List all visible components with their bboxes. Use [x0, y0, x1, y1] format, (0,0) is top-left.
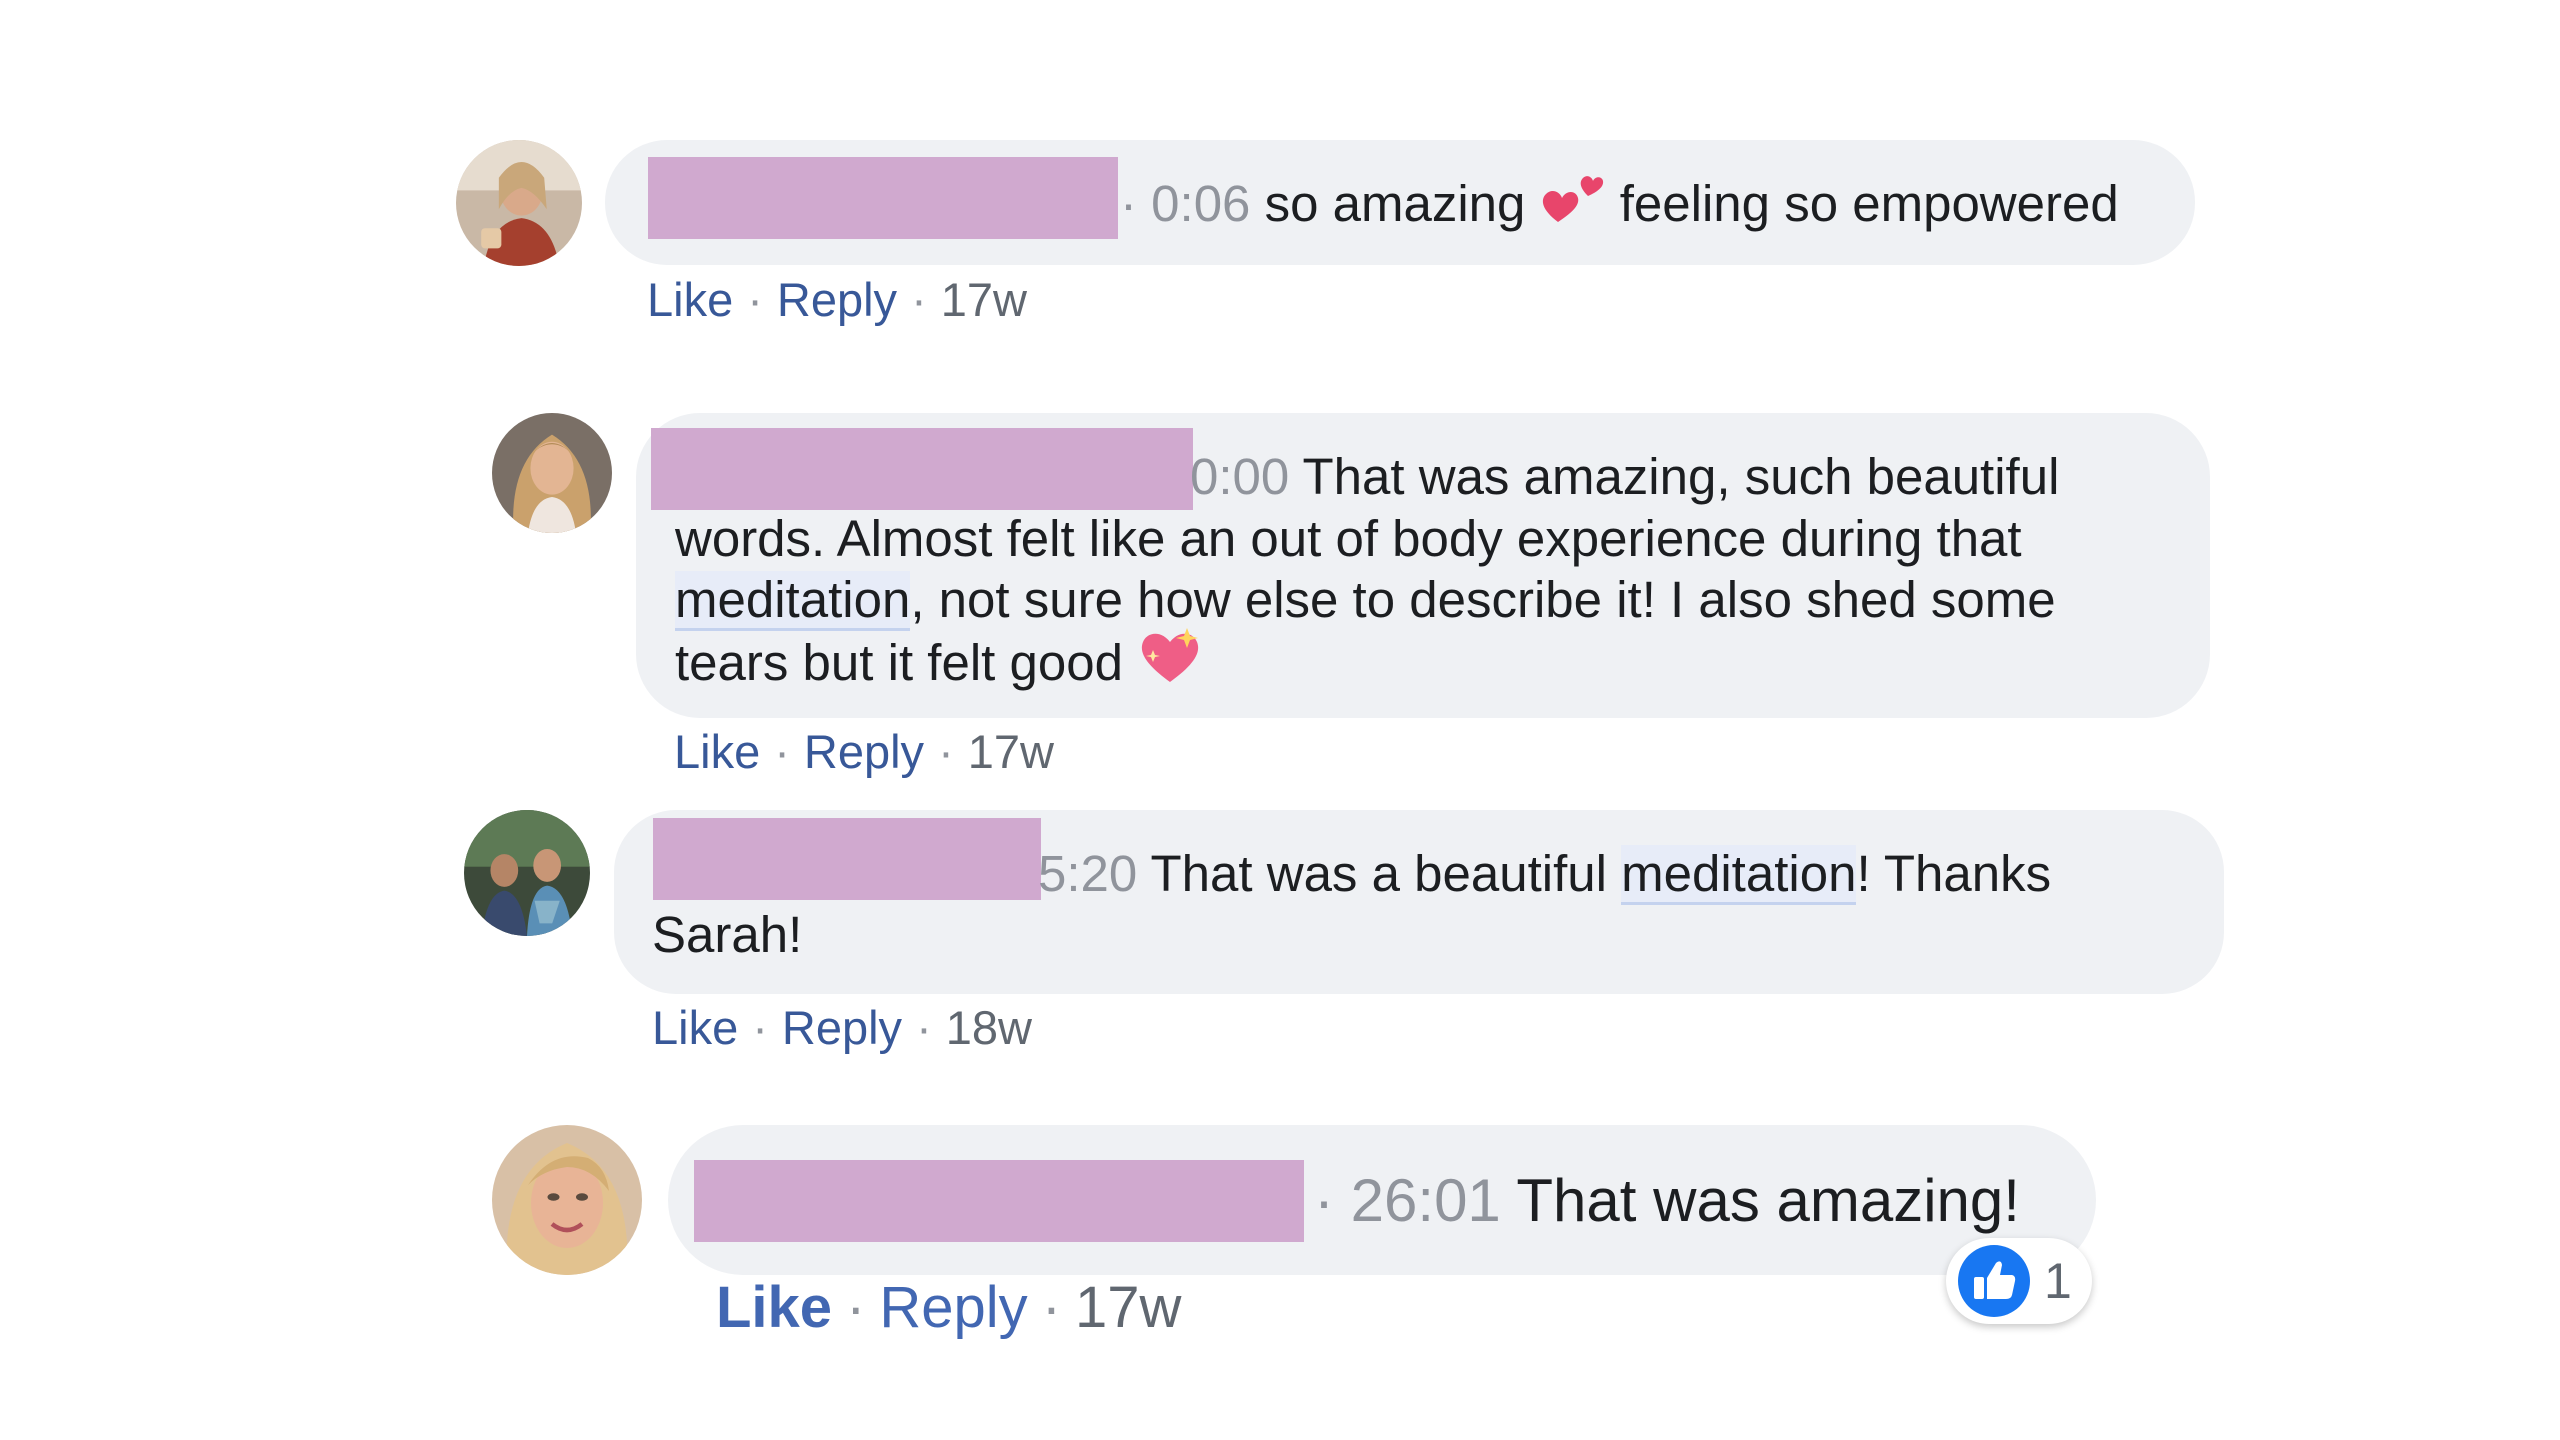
- comment-text-line: meditation, not sure how else to describ…: [675, 569, 2056, 631]
- separator-dot: ·: [846, 1275, 866, 1340]
- like-link[interactable]: Like: [716, 1275, 832, 1340]
- separator-dot: ·: [1041, 1275, 1062, 1340]
- comment-age[interactable]: 17w: [1075, 1275, 1181, 1340]
- comment-text-part: ! Thanks: [1856, 845, 2052, 902]
- comment-text-part: feeling so empowered: [1605, 174, 2119, 232]
- video-timestamp-link[interactable]: 0:00: [1190, 448, 1289, 505]
- separator-dot: ·: [911, 273, 927, 326]
- reaction-badge[interactable]: 1: [1946, 1238, 2092, 1324]
- reply-link[interactable]: Reply: [777, 273, 897, 326]
- comment-actions: Like · Reply · 18w: [652, 1000, 1032, 1056]
- reply-link[interactable]: Reply: [782, 1001, 902, 1054]
- comment-text-part: Sarah!: [652, 906, 803, 963]
- redacted-author-name: [651, 428, 1193, 510]
- separator-dot: ·: [752, 1001, 768, 1054]
- separator-dot: ·: [938, 725, 954, 778]
- two-hearts-emoji-icon: [1540, 166, 1606, 237]
- comment-text-part: , not sure how else to describe it! I al…: [910, 571, 2056, 628]
- video-timestamp-link[interactable]: 26:01: [1351, 1167, 1501, 1234]
- avatar-photo-icon: [464, 810, 590, 936]
- separator-dot: ·: [747, 273, 763, 326]
- like-link[interactable]: Like: [652, 1001, 738, 1054]
- comment-actions: Like · Reply · 17w: [647, 272, 1027, 328]
- comment-text-line: tears but it felt good: [675, 628, 1203, 703]
- redacted-author-name: [648, 157, 1118, 239]
- comment-age[interactable]: 17w: [941, 273, 1027, 326]
- avatar[interactable]: [492, 413, 612, 533]
- separator-dot: ·: [1314, 1167, 1334, 1234]
- like-link[interactable]: Like: [674, 725, 760, 778]
- comment-age[interactable]: 18w: [946, 1001, 1032, 1054]
- comment-text-line: · 26:01 That was amazing!: [1314, 1166, 2020, 1236]
- comment-text-line: Sarah!: [652, 904, 802, 965]
- reply-link[interactable]: Reply: [879, 1275, 1027, 1340]
- comment-text-part: tears but it felt good: [675, 633, 1138, 691]
- like-link[interactable]: Like: [647, 273, 733, 326]
- comment-text-part: words. Almost felt like an out of body e…: [675, 510, 2022, 567]
- separator-dot: ·: [774, 725, 790, 778]
- comment-text-line: 0:00 That was amazing, such beautiful: [1190, 446, 2059, 507]
- reaction-count: 1: [2044, 1253, 2072, 1309]
- comment-text-part: That was amazing!: [1500, 1167, 2020, 1234]
- thumbs-up-icon: [1958, 1245, 2030, 1317]
- video-timestamp-link[interactable]: 5:20: [1038, 845, 1137, 902]
- comment-age[interactable]: 17w: [968, 725, 1054, 778]
- hashtag-highlight-link[interactable]: meditation: [675, 571, 911, 631]
- separator-dot: ·: [1120, 174, 1137, 232]
- comment-text-line: words. Almost felt like an out of body e…: [675, 508, 2022, 569]
- comment-actions: Like · Reply · 17w: [674, 724, 1054, 780]
- avatar-photo-icon: [492, 1125, 642, 1275]
- avatar[interactable]: [456, 140, 582, 266]
- video-timestamp-link[interactable]: 0:06: [1151, 175, 1250, 232]
- avatar[interactable]: [464, 810, 590, 936]
- comment-text: · 0:06 so amazing feeling so empowered: [1120, 172, 2119, 243]
- comment-text-part: That was amazing, such beautiful: [1289, 448, 2060, 505]
- redacted-author-name: [694, 1160, 1304, 1242]
- comment-text-part: so amazing: [1250, 174, 1540, 232]
- avatar[interactable]: [492, 1125, 642, 1275]
- avatar-photo-icon: [456, 140, 582, 266]
- hashtag-highlight-link[interactable]: meditation: [1621, 845, 1857, 905]
- reply-link[interactable]: Reply: [804, 725, 924, 778]
- separator-dot: ·: [916, 1001, 932, 1054]
- sparkling-heart-emoji-icon: [1137, 624, 1203, 697]
- comment-text-part: That was a beautiful: [1137, 845, 1622, 902]
- comment-actions: Like · Reply · 17w: [716, 1279, 1181, 1337]
- comment-text-line: 5:20 That was a beautiful meditation! Th…: [1038, 843, 2052, 905]
- redacted-author-name: [653, 818, 1041, 900]
- avatar-photo-icon: [492, 413, 612, 533]
